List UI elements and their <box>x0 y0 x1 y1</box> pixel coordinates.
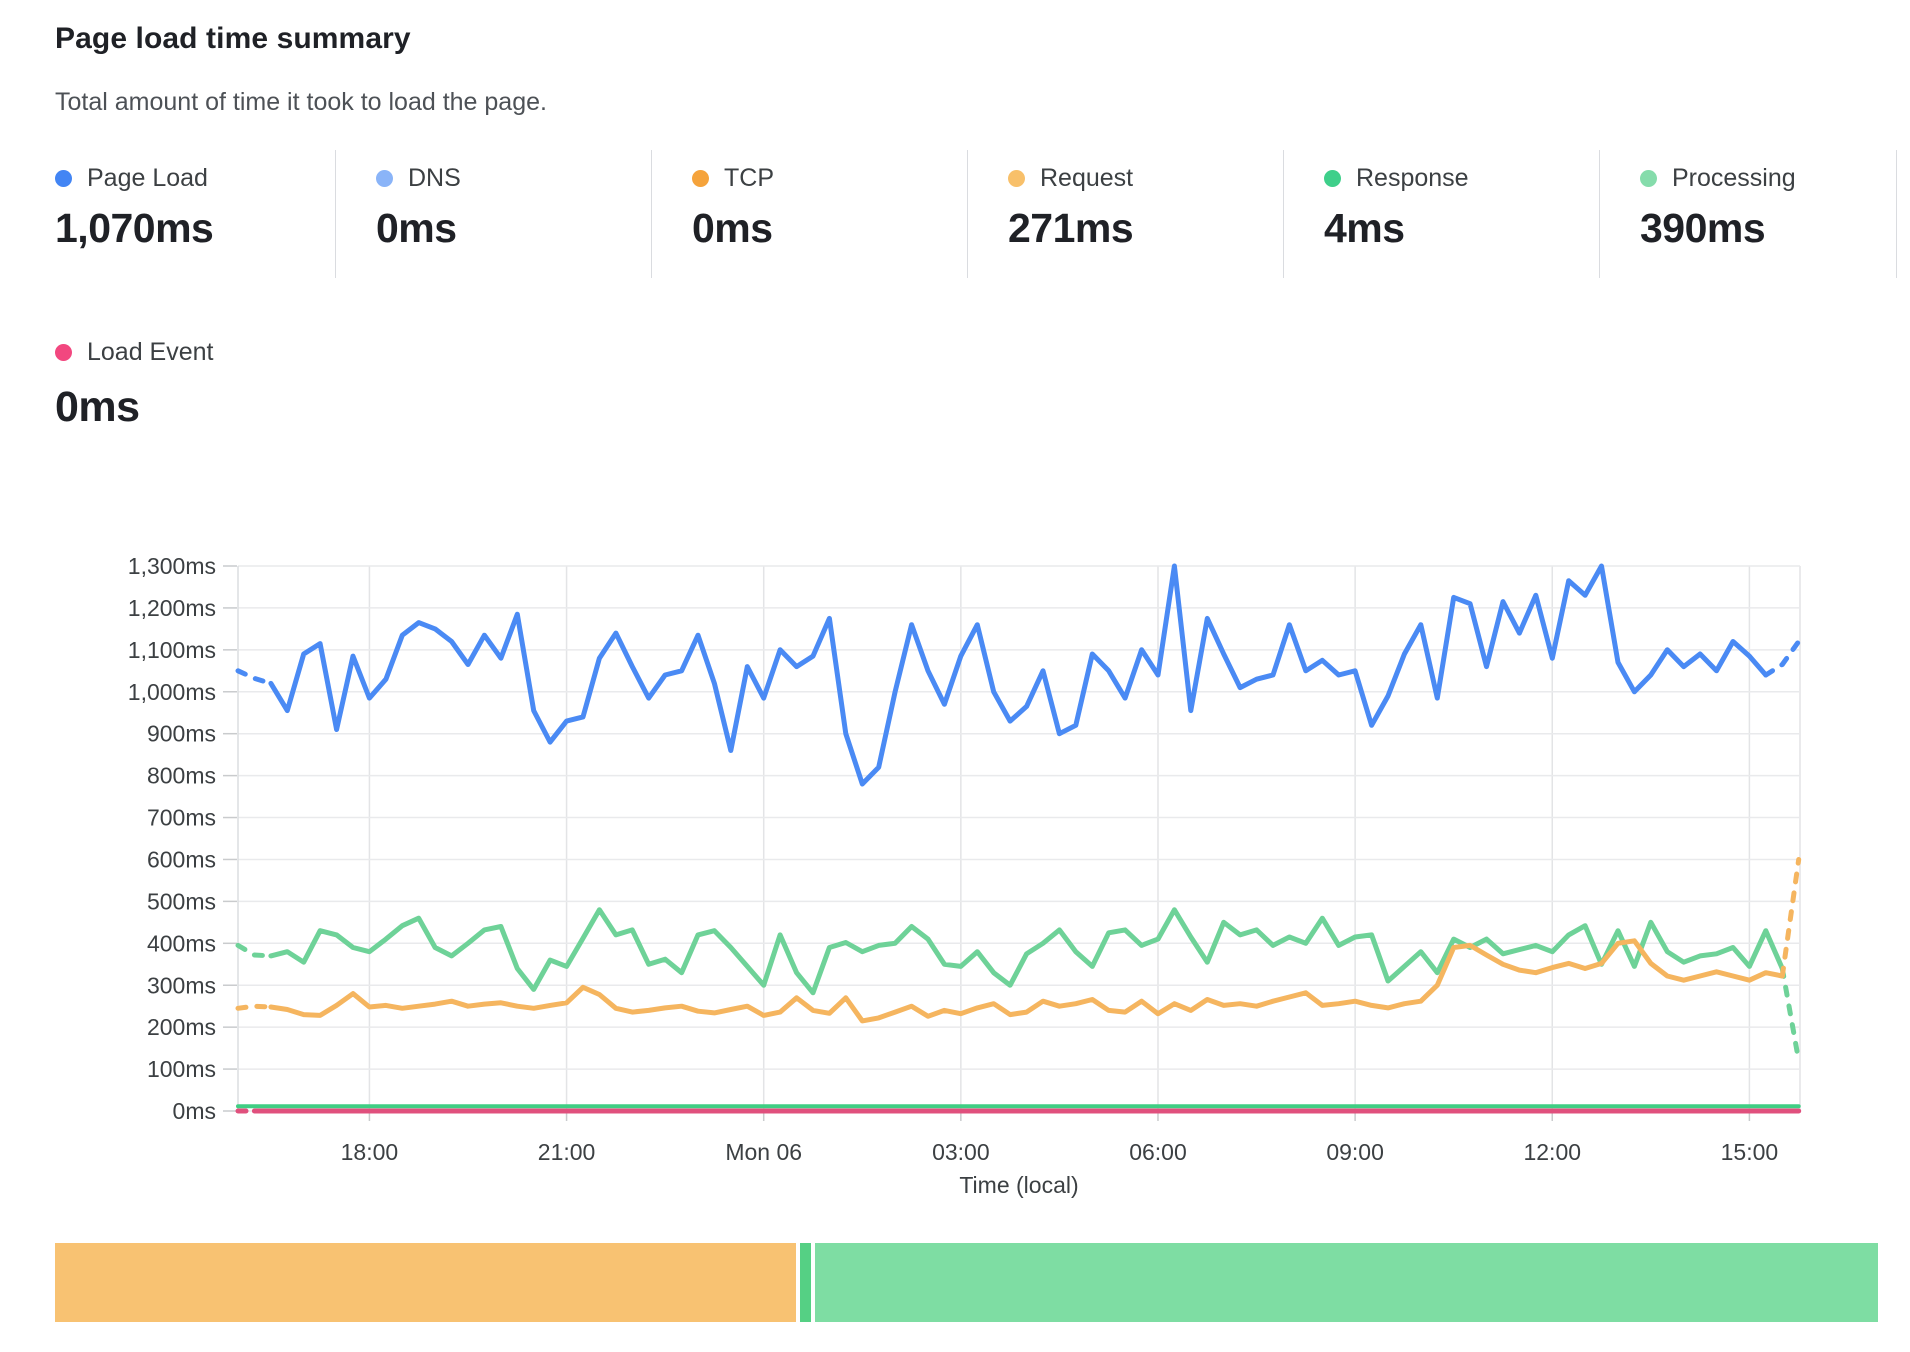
series-dashed-tail <box>1782 860 1798 977</box>
x-axis-label: 03:00 <box>932 1139 990 1165</box>
stat-label: Response <box>1356 164 1469 193</box>
series-dashed-tail <box>1782 969 1798 1061</box>
stat-response[interactable]: Response 4ms <box>1284 150 1600 278</box>
y-axis-label: 0ms <box>173 1098 216 1124</box>
y-axis-label: 400ms <box>147 930 216 956</box>
stat-value: 0ms <box>692 205 967 252</box>
stat-label: TCP <box>724 164 774 193</box>
page-title: Page load time summary <box>55 22 411 56</box>
load-event-slot: Load Event 0ms <box>55 338 214 432</box>
legend-dot <box>1008 170 1025 187</box>
stat-head: Request <box>1008 164 1283 193</box>
load-time-chart[interactable]: 0ms 100ms 200ms 300ms 400ms 500ms 600ms 700ms 80… <box>0 440 1910 1230</box>
x-axis-label: 21:00 <box>538 1139 596 1165</box>
y-axis-label: 800ms <box>147 763 216 789</box>
y-axis-label: 700ms <box>147 805 216 831</box>
x-axis-label: 09:00 <box>1326 1139 1384 1165</box>
stat-head: DNS <box>376 164 651 193</box>
x-axis-title: Time (local) <box>959 1172 1078 1198</box>
legend-dot <box>1324 170 1341 187</box>
y-axis-label: 1,100ms <box>128 637 216 663</box>
stat-value: 0ms <box>55 383 214 432</box>
series-dashed-head <box>238 1006 271 1008</box>
page-load-summary-panel: Page load time summary Total amount of t… <box>0 0 1910 1352</box>
stat-tcp[interactable]: TCP 0ms <box>652 150 968 278</box>
x-axis-label: 06:00 <box>1129 1139 1187 1165</box>
legend-dot <box>376 170 393 187</box>
x-axis-label: 18:00 <box>341 1139 399 1165</box>
stat-request[interactable]: Request 271ms <box>968 150 1284 278</box>
stat-value: 271ms <box>1008 205 1283 252</box>
stat-value: 390ms <box>1640 205 1896 252</box>
x-axis-label: 15:00 <box>1721 1139 1779 1165</box>
time-range-bar[interactable] <box>55 1243 1878 1322</box>
y-axis-label: 500ms <box>147 888 216 914</box>
legend-dot <box>55 170 72 187</box>
stat-label: Load Event <box>87 338 214 367</box>
y-axis-label: 300ms <box>147 972 216 998</box>
stat-value: 0ms <box>376 205 651 252</box>
stat-dns[interactable]: DNS 0ms <box>336 150 652 278</box>
x-axis-label: Mon 06 <box>725 1139 802 1165</box>
stat-head: Load Event <box>55 338 214 367</box>
stat-label: DNS <box>408 164 461 193</box>
stat-head: Page Load <box>55 164 335 193</box>
stat-head: TCP <box>692 164 967 193</box>
stat-processing[interactable]: Processing 390ms <box>1600 150 1897 278</box>
stat-head: Processing <box>1640 164 1896 193</box>
series-dashed-head <box>238 671 271 684</box>
stat-head: Response <box>1324 164 1599 193</box>
stat-label: Request <box>1040 164 1133 193</box>
metrics-legend-row: Page Load 1,070ms DNS 0ms TCP 0ms Request 271ms… <box>55 150 1897 278</box>
y-axis-label: 900ms <box>147 721 216 747</box>
y-axis-label: 1,300ms <box>128 553 216 579</box>
series-page-load <box>271 566 1766 784</box>
stat-load-event[interactable]: Load Event 0ms <box>55 338 214 432</box>
range-bar-segment-request-phase[interactable] <box>55 1243 796 1322</box>
range-bar-segment-marker[interactable] <box>800 1243 811 1322</box>
range-bar-segment-response-phase[interactable] <box>815 1243 1878 1322</box>
y-axis-label: 200ms <box>147 1014 216 1040</box>
x-axis-label: 12:00 <box>1523 1139 1581 1165</box>
series-dashed-tail <box>1766 642 1799 676</box>
series-processing <box>271 910 1782 993</box>
y-axis-label: 1,000ms <box>128 679 216 705</box>
y-axis-label: 100ms <box>147 1056 216 1082</box>
stat-value: 1,070ms <box>55 205 335 252</box>
stat-label: Page Load <box>87 164 208 193</box>
stat-page-load[interactable]: Page Load 1,070ms <box>55 150 336 278</box>
stat-value: 4ms <box>1324 205 1599 252</box>
legend-dot <box>1640 170 1657 187</box>
legend-dot <box>692 170 709 187</box>
stat-label: Processing <box>1672 164 1796 193</box>
legend-dot <box>55 344 72 361</box>
y-axis-label: 1,200ms <box>128 595 216 621</box>
page-subtitle: Total amount of time it took to load the… <box>55 88 547 117</box>
series-dashed-head <box>238 945 271 956</box>
y-axis-label: 600ms <box>147 847 216 873</box>
